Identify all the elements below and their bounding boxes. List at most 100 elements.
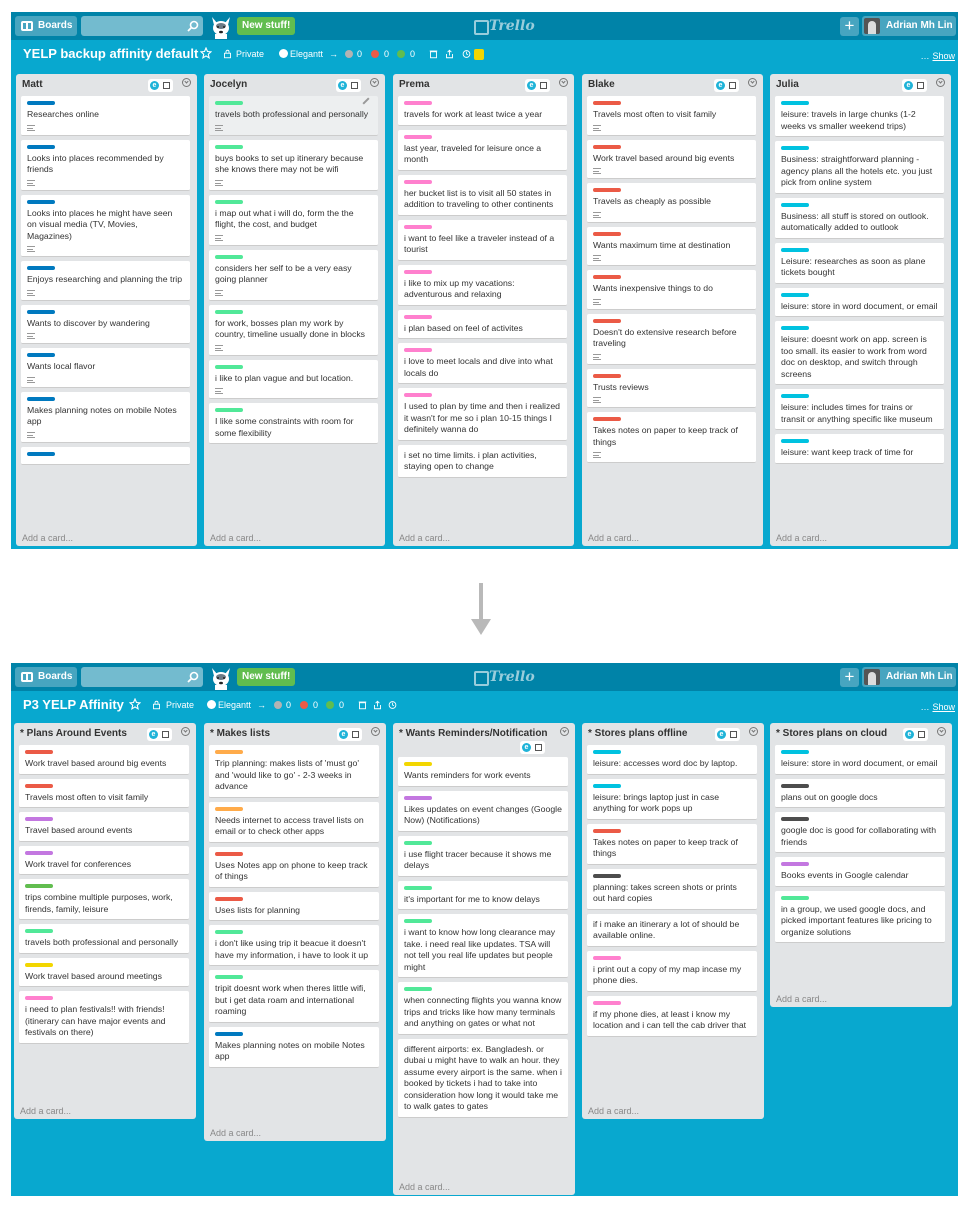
card[interactable]: buys books to set up itinerary because s…: [209, 139, 378, 191]
visibility-button[interactable]: Private: [236, 49, 264, 59]
new-stuff-button[interactable]: New stuff!: [237, 17, 296, 35]
card[interactable]: Travels most often to visit family: [19, 778, 189, 808]
list-header[interactable]: * Makes lists e: [204, 723, 386, 745]
lock-icon[interactable]: [152, 700, 161, 710]
show-menu-link[interactable]: … Show: [920, 51, 955, 61]
list-title[interactable]: * Stores plans on cloud: [776, 728, 887, 739]
add-card-button[interactable]: Add a card...: [210, 1128, 261, 1138]
list-header[interactable]: Prema e: [393, 74, 574, 96]
list-menu-icon[interactable]: [181, 727, 190, 736]
card[interactable]: i like to plan vague and but location.: [209, 359, 378, 399]
card[interactable]: Wants inexpensive things to do: [587, 270, 756, 310]
user-menu-button[interactable]: Adrian Mh Lin: [862, 667, 956, 687]
card[interactable]: Work travel based around big events: [587, 139, 756, 179]
card[interactable]: Business: straightforward planning - age…: [775, 141, 944, 194]
add-card-button[interactable]: Add a card...: [22, 533, 73, 543]
card[interactable]: Researches online: [21, 96, 190, 136]
boards-button[interactable]: Boards: [15, 16, 77, 36]
card[interactable]: Looks into places he might have seen on …: [21, 194, 190, 257]
card[interactable]: Business: all stuff is stored on outlook…: [775, 197, 944, 239]
list-menu-icon[interactable]: [559, 78, 568, 87]
card[interactable]: trips combine multiple purposes, work, f…: [19, 879, 189, 920]
card[interactable]: i map out what i will do, form the the f…: [209, 194, 378, 246]
card[interactable]: it's important for me to know delays: [398, 880, 568, 910]
star-icon[interactable]: [129, 698, 141, 710]
card[interactable]: Wants reminders for work events: [398, 757, 568, 787]
card[interactable]: Leisure: researches as soon as plane tic…: [775, 242, 944, 284]
list-menu-icon[interactable]: [748, 78, 757, 87]
list-title[interactable]: * Stores plans offline: [588, 728, 687, 739]
husky-mascot-icon[interactable]: [208, 664, 234, 690]
card[interactable]: planning: takes screen shots or prints o…: [587, 868, 757, 910]
list-menu-icon[interactable]: [749, 727, 758, 736]
clock-icon[interactable]: [388, 700, 397, 710]
add-card-button[interactable]: Add a card...: [399, 533, 450, 543]
card[interactable]: travels both professional and personally: [209, 96, 378, 136]
notification-icon[interactable]: [474, 49, 484, 60]
list-elegantt-badge[interactable]: e: [336, 79, 361, 92]
card[interactable]: Wants local flavor: [21, 348, 190, 388]
card[interactable]: leisure: accesses word doc by laptop.: [587, 745, 757, 775]
card[interactable]: Uses Notes app on phone to keep track of…: [209, 846, 379, 888]
trello-logo[interactable]: Trello: [474, 668, 535, 686]
card[interactable]: Travels as cheaply as possible: [587, 183, 756, 223]
card[interactable]: leisure: want keep track of time for: [775, 434, 944, 464]
card[interactable]: tripit doesnt work when theres little wi…: [209, 970, 379, 1023]
card[interactable]: i use flight tracer because it shows me …: [398, 835, 568, 877]
trello-logo[interactable]: Trello: [474, 17, 535, 35]
card[interactable]: google doc is good for collaborating wit…: [775, 812, 945, 853]
new-stuff-button[interactable]: New stuff!: [237, 668, 296, 686]
add-card-button[interactable]: Add a card...: [588, 1106, 639, 1116]
card[interactable]: Trusts reviews: [587, 368, 756, 408]
trash-icon[interactable]: [429, 49, 438, 59]
card[interactable]: Needs internet to access travel lists on…: [209, 801, 379, 843]
list-title[interactable]: * Wants Reminders/Notification: [399, 728, 548, 739]
card[interactable]: considers her self to be a very easy goi…: [209, 249, 378, 301]
list-title[interactable]: * Makes lists: [210, 728, 270, 739]
card[interactable]: last year, traveled for leisure once a m…: [398, 129, 567, 171]
card[interactable]: Travel based around events: [19, 812, 189, 842]
card[interactable]: i set no time limits. i plan activities,…: [398, 444, 567, 478]
status-dot-icon[interactable]: [371, 50, 379, 58]
status-dot-icon[interactable]: [326, 701, 334, 709]
card[interactable]: i want to know how long clearance may ta…: [398, 914, 568, 978]
card[interactable]: Uses lists for planning: [209, 891, 379, 921]
husky-mascot-icon[interactable]: [208, 13, 234, 39]
clock-icon[interactable]: [462, 49, 471, 59]
card[interactable]: Enjoys researching and planning the trip: [21, 261, 190, 301]
list-title[interactable]: Blake: [588, 79, 615, 90]
card[interactable]: i like to mix up my vacations: adventuro…: [398, 264, 567, 306]
add-card-button[interactable]: Add a card...: [776, 533, 827, 543]
list-title[interactable]: Prema: [399, 79, 430, 90]
card[interactable]: for work, bosses plan my work by country…: [209, 304, 378, 356]
card[interactable]: Makes planning notes on mobile Notes app: [21, 391, 190, 443]
card[interactable]: Trip planning: makes lists of 'must go' …: [209, 745, 379, 798]
trash-icon[interactable]: [358, 700, 367, 710]
card[interactable]: i love to meet locals and dive into what…: [398, 343, 567, 384]
card[interactable]: Likes updates on event changes (Google N…: [398, 790, 568, 832]
add-card-button[interactable]: Add a card...: [588, 533, 639, 543]
card[interactable]: Work travel for conferences: [19, 845, 189, 875]
card[interactable]: Makes planning notes on mobile Notes app: [209, 1026, 379, 1068]
status-dot-icon[interactable]: [274, 701, 282, 709]
card[interactable]: Doesn't do extensive research before tra…: [587, 313, 756, 365]
list-elegantt-badge[interactable]: e: [148, 79, 173, 92]
list-menu-icon[interactable]: [936, 78, 945, 87]
team-button[interactable]: Elegantt: [279, 49, 323, 59]
card[interactable]: I like some constraints with room for so…: [209, 403, 378, 444]
list-elegantt-badge[interactable]: e: [147, 728, 172, 741]
add-card-button[interactable]: Add a card...: [210, 533, 261, 543]
search-icon[interactable]: [187, 19, 199, 33]
list-title[interactable]: Jocelyn: [210, 79, 247, 90]
card[interactable]: Takes notes on paper to keep track of th…: [587, 412, 756, 463]
visibility-button[interactable]: Private: [166, 700, 194, 710]
card[interactable]: I used to plan by time and then i realiz…: [398, 388, 567, 441]
list-header[interactable]: Matt e: [16, 74, 197, 96]
share-icon[interactable]: [445, 49, 454, 59]
list-menu-icon[interactable]: [371, 727, 380, 736]
board-title[interactable]: P3 YELP Affinity: [23, 697, 124, 712]
card[interactable]: Wants to discover by wandering: [21, 304, 190, 344]
search-input[interactable]: [81, 667, 203, 687]
list-header[interactable]: * Stores plans on cloud e: [770, 723, 952, 745]
card[interactable]: leisure: store in word document, or emai…: [775, 287, 944, 317]
